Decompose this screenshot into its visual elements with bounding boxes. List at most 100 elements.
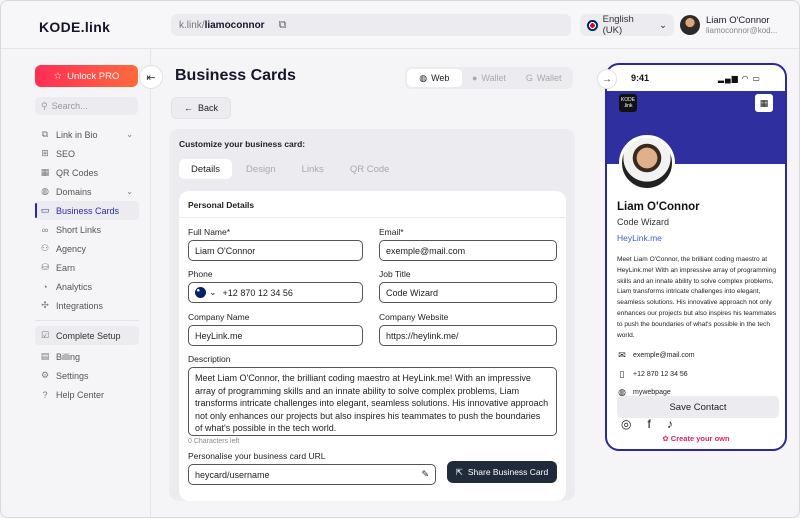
- sidebar-item-label: Integrations: [56, 300, 104, 311]
- website-label: Company Website: [379, 312, 449, 322]
- back-label: Back: [197, 103, 218, 113]
- card-icon: ▭: [40, 205, 50, 215]
- collapse-sidebar-button[interactable]: ⇤: [139, 65, 163, 89]
- description-textarea[interactable]: Meet Liam O'Connor, the brilliant coding…: [188, 367, 557, 436]
- phone-status-bar: 9:41 ▂▄▆ ◠ ▭: [607, 65, 785, 91]
- phone-label: Phone: [188, 269, 213, 279]
- instagram-icon[interactable]: ◎: [621, 417, 631, 431]
- sidebar-item-label: Business Cards: [56, 205, 120, 216]
- tab-web[interactable]: ◍ Web: [407, 69, 462, 87]
- full-name-input[interactable]: Liam O'Connor: [188, 240, 363, 261]
- sidebar-item-label: QR Codes: [56, 167, 99, 178]
- sidebar-item-complete-setup[interactable]: ☑ Complete Setup: [35, 326, 139, 345]
- billing-icon: ▤: [40, 351, 50, 361]
- user-name: Liam O'Connor: [706, 15, 770, 26]
- apple-icon: ●: [471, 73, 478, 83]
- company-field-group: Company Name HeyLink.me: [188, 312, 363, 346]
- qr-icon[interactable]: ▦: [755, 94, 773, 112]
- website-input[interactable]: https://heylink.me/: [379, 325, 557, 346]
- checklist-icon: ☑: [40, 330, 50, 340]
- sidebar-item-settings[interactable]: ⚙ Settings: [35, 366, 139, 385]
- phone-value: +12 870 12 34 56: [222, 287, 293, 298]
- australia-flag-icon[interactable]: [195, 287, 206, 298]
- logo[interactable]: KODE.link: [39, 19, 110, 35]
- card-url-input[interactable]: heycard/username ✎: [188, 464, 436, 485]
- sidebar-item-link-in-bio[interactable]: ⧉ Link in Bio ⌄: [35, 125, 139, 144]
- back-button[interactable]: ← Back: [171, 97, 231, 119]
- arrow-left-icon: ←: [183, 103, 193, 113]
- search-placeholder: Search...: [51, 101, 88, 111]
- sidebar-item-label: Help Center: [56, 389, 105, 400]
- phone-input[interactable]: ⌄ +12 870 12 34 56: [188, 282, 363, 303]
- sidebar-item-business-cards[interactable]: ▭ Business Cards: [35, 201, 139, 220]
- pencil-icon[interactable]: ✎: [421, 469, 429, 480]
- tiktok-icon[interactable]: ♪: [667, 417, 673, 431]
- preview-phone-row[interactable]: ▯ +12 870 12 34 56: [617, 369, 688, 380]
- preview-web: mywebpage: [633, 389, 671, 396]
- sidebar-item-short-links[interactable]: ∞ Short Links: [35, 220, 139, 239]
- chevron-down-icon: ⌄: [126, 130, 133, 139]
- sidebar-item-agency[interactable]: ⚇ Agency: [35, 239, 139, 258]
- sidebar-item-help-center[interactable]: ? Help Center: [35, 385, 139, 404]
- tab-google-wallet[interactable]: G Wallet: [516, 69, 571, 87]
- sidebar-item-domains[interactable]: ◍ Domains ⌄: [35, 182, 139, 201]
- search-input[interactable]: ⚲ Search...: [35, 97, 138, 115]
- tab-qr-code[interactable]: QR Code: [338, 159, 402, 179]
- tab-apple-wallet[interactable]: ● Wallet: [462, 69, 517, 87]
- company-input[interactable]: HeyLink.me: [188, 325, 363, 346]
- tab-details[interactable]: Details: [179, 159, 233, 179]
- email-field-group: Email* exemple@mail.com: [379, 227, 557, 261]
- sidebar-item-qr-codes[interactable]: ▦ QR Codes: [35, 163, 139, 182]
- full-name-field-group: Full Name* Liam O'Connor: [188, 227, 363, 261]
- customize-title: Customize your business card:: [179, 139, 306, 149]
- sidebar-item-label: Domains: [56, 186, 92, 197]
- sidebar-item-integrations[interactable]: ✣ Integrations: [35, 296, 139, 315]
- facebook-icon[interactable]: f: [647, 417, 650, 431]
- external-link-icon[interactable]: ⧉: [279, 19, 287, 32]
- sidebar-item-billing[interactable]: ▤ Billing: [35, 347, 139, 366]
- card-url-value: heycard/username: [195, 469, 270, 480]
- profile-url-bar[interactable]: k.link/liamoconnor ⧉: [171, 14, 571, 36]
- tab-links[interactable]: Links: [290, 159, 336, 179]
- sidebar-item-earn[interactable]: ⛁ Earn: [35, 258, 139, 277]
- unlock-pro-button[interactable]: ☆ Unlock PRO: [35, 65, 138, 87]
- character-counter: 0 Characters left: [188, 438, 240, 445]
- seo-icon: ⊞: [41, 148, 49, 158]
- website-field-group: Company Website https://heylink.me/: [379, 312, 557, 346]
- profile-photo: [619, 135, 675, 191]
- sidebar-item-label: Settings: [56, 370, 89, 381]
- sidebar-item-analytics[interactable]: ◔ Analytics: [35, 277, 139, 296]
- tab-design[interactable]: Design: [234, 159, 288, 179]
- uk-flag-icon: [587, 19, 598, 31]
- preview-role: Code Wizard: [617, 217, 670, 227]
- job-title-field-group: Job Title Code Wizard: [379, 269, 557, 303]
- customize-tabs: Details Design Links QR Code: [179, 159, 401, 179]
- analytics-icon: ◔: [42, 281, 48, 292]
- globe-icon: ◍: [419, 72, 428, 83]
- sidebar-item-label: Earn: [56, 262, 76, 273]
- user-menu[interactable]: Liam O'Connor liamoconnor@kod...: [680, 15, 777, 35]
- email-input[interactable]: exemple@mail.com: [379, 240, 557, 261]
- toggle-preview-button[interactable]: →: [597, 69, 617, 89]
- app-window: KODE.link k.link/liamoconnor ⧉ English (…: [0, 0, 800, 518]
- job-title-input[interactable]: Code Wizard: [379, 282, 557, 303]
- share-business-card-button[interactable]: ⇱ Share Business Card: [447, 461, 557, 483]
- gear-icon: ⚙: [40, 370, 50, 380]
- globe-icon: ◍: [41, 186, 49, 196]
- sidebar-item-label: Complete Setup: [56, 330, 121, 341]
- email-label: Email*: [379, 227, 404, 237]
- preview-email: exemple@mail.com: [633, 352, 695, 359]
- create-your-own-link[interactable]: ✿ Create your own: [607, 434, 785, 443]
- preview-company-link[interactable]: HeyLink.me: [617, 233, 662, 243]
- preview-email-row[interactable]: ✉ exemple@mail.com: [617, 350, 695, 361]
- language-selector[interactable]: English (UK) ⌄: [580, 14, 674, 36]
- integrations-icon: ✣: [41, 300, 49, 310]
- sidebar-nav: ⧉ Link in Bio ⌄ ⊞ SEO ▦ QR Codes ◍ Domains ⌄ ▭…: [35, 125, 139, 404]
- save-contact-button[interactable]: Save Contact: [617, 396, 779, 418]
- chevron-down-icon[interactable]: ⌄: [209, 287, 217, 298]
- sidebar-item-seo[interactable]: ⊞ SEO: [35, 144, 139, 163]
- description-field-group: Description Meet Liam O'Connor, the bril…: [188, 354, 557, 445]
- sidebar-item-label: SEO: [56, 148, 76, 159]
- sidebar-item-label: Short Links: [56, 224, 102, 235]
- help-icon: ?: [42, 389, 48, 400]
